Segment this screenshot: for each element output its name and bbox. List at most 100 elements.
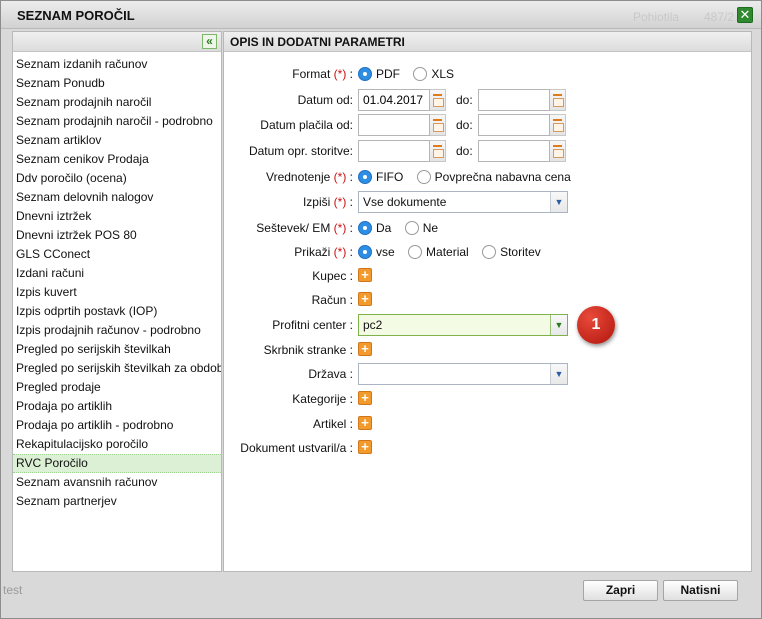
radio-storitev[interactable] (482, 245, 497, 259)
radio-material[interactable] (408, 245, 423, 259)
close-button[interactable]: Zapri (583, 580, 658, 601)
report-list-item[interactable]: GLS CConect (13, 245, 221, 264)
parameters-header: OPIS IN DODATNI PARAMETRI (224, 32, 751, 52)
skrbnik-row: Skrbnik stranke : + (224, 339, 751, 361)
print-button[interactable]: Natisni (663, 580, 738, 601)
add-skrbnik-plus-icon[interactable]: + (358, 342, 372, 356)
report-list-item[interactable]: Izpis kuvert (13, 283, 221, 302)
radio-vse[interactable] (358, 245, 372, 259)
calendar-icon[interactable] (430, 89, 446, 111)
datum-od-input[interactable] (358, 89, 430, 111)
calendar-icon[interactable] (550, 89, 566, 111)
report-list-item[interactable]: Seznam partnerjev (13, 492, 221, 511)
radio-povprecna[interactable] (416, 170, 431, 184)
collapse-left-icon[interactable]: « (202, 34, 217, 49)
report-list-item[interactable]: Izpis odprtih postavk (IOP) (13, 302, 221, 321)
calendar-icon[interactable] (430, 140, 446, 162)
report-list-item[interactable]: Izdani računi (13, 264, 221, 283)
profitni-center-row: Profitni center : pc2 ▼ (224, 314, 751, 336)
add-kupec-plus-icon[interactable]: + (358, 268, 372, 282)
dialog-titlebar: SEZNAM POROČIL Pohiotila 487/2 ✕ (1, 1, 761, 29)
drzava-select[interactable]: ▼ (358, 363, 568, 385)
kategorije-row: Kategorije : + (224, 388, 751, 410)
report-list-item[interactable]: Seznam avansnih računov (13, 473, 221, 492)
close-icon[interactable]: ✕ (737, 7, 753, 23)
chevron-down-icon[interactable]: ▼ (550, 364, 567, 384)
report-list-item[interactable]: Seznam Ponudb (13, 74, 221, 93)
dialog-title: SEZNAM POROČIL (17, 8, 135, 23)
report-list-item[interactable]: Seznam prodajnih naročil (13, 93, 221, 112)
datum-placila-do-input[interactable] (478, 114, 550, 136)
datum-placila-od-input[interactable] (358, 114, 430, 136)
artikel-row: Artikel : + (224, 413, 751, 435)
datum-opr-do-input[interactable] (478, 140, 550, 162)
report-list-item[interactable]: Pregled prodaje (13, 378, 221, 397)
prikazi-row: Prikaži (*) : vse Material Storitev (224, 241, 751, 263)
format-label: Format (292, 67, 331, 81)
format-option-xls[interactable]: XLS (413, 63, 454, 85)
prikazi-option-material[interactable]: Material (408, 241, 469, 263)
prikazi-option-vse[interactable]: vse (358, 241, 395, 263)
report-list-item[interactable]: Seznam izdanih računov (13, 55, 221, 74)
report-list-item[interactable]: Prodaja po artiklih (13, 397, 221, 416)
vrednotenje-option-povprecna[interactable]: Povprečna nabavna cena (416, 166, 571, 188)
chevron-down-icon[interactable]: ▼ (550, 315, 567, 335)
add-artikel-plus-icon[interactable]: + (358, 416, 372, 430)
prikazi-option-storitev[interactable]: Storitev (482, 241, 541, 263)
datum-opr-od-input[interactable] (358, 140, 430, 162)
datum-placila-do-label: do: (456, 118, 473, 132)
sestevek-label: Seštevek/ EM (256, 221, 331, 235)
report-list-item[interactable]: Dnevni iztržek (13, 207, 221, 226)
report-list-panel: « Seznam izdanih računov Seznam Ponudb Sez… (12, 31, 222, 572)
profitni-center-label: Profitni center : (272, 318, 353, 332)
datum-do-input[interactable] (478, 89, 550, 111)
parameters-panel: OPIS IN DODATNI PARAMETRI Format (*) : P… (223, 31, 752, 572)
radio-pdf[interactable] (358, 67, 372, 81)
skrbnik-label: Skrbnik stranke : (263, 343, 353, 357)
radio-ne[interactable] (404, 221, 419, 235)
report-list-item[interactable]: Dnevni iztržek POS 80 (13, 226, 221, 245)
background-footer-text: test (3, 583, 23, 597)
profitni-center-value: pc2 (363, 318, 383, 332)
add-racun-plus-icon[interactable]: + (358, 292, 372, 306)
datum-opr-label: Datum opr. storitve: (248, 144, 353, 158)
report-list-item[interactable]: Rekapitulacijsko poročilo (13, 435, 221, 454)
datum-od-row: Datum od: do: (224, 89, 751, 111)
datum-opr-do-label: do: (456, 144, 473, 158)
artikel-label: Artikel : (312, 417, 353, 431)
required-mark: (*) (333, 170, 347, 184)
calendar-icon[interactable] (550, 114, 566, 136)
kupec-row: Kupec : + (224, 265, 751, 287)
sestevek-option-ne[interactable]: Ne (404, 217, 438, 239)
report-list-item[interactable]: Seznam artiklov (13, 131, 221, 150)
report-list-item[interactable]: Prodaja po artiklih - podrobno (13, 416, 221, 435)
add-dokument-ustvaril-plus-icon[interactable]: + (358, 440, 372, 454)
report-list-item[interactable]: Izpis prodajnih računov - podrobno (13, 321, 221, 340)
calendar-icon[interactable] (430, 114, 446, 136)
calendar-icon[interactable] (550, 140, 566, 162)
vrednotenje-row: Vrednotenje (*) : FIFO Povprečna nabavna… (224, 166, 751, 188)
profitni-center-select[interactable]: pc2 ▼ (358, 314, 568, 336)
report-list-item[interactable]: Pregled po serijskih številkah za obdobj… (13, 359, 221, 378)
report-list-item[interactable]: Ddv poročilo (ocena) (13, 169, 221, 188)
datum-placila-label: Datum plačila od: (260, 118, 353, 132)
racun-row: Račun : + (224, 289, 751, 311)
report-list-item[interactable]: Pregled po serijskih številkah (13, 340, 221, 359)
radio-fifo[interactable] (358, 170, 372, 184)
format-option-pdf[interactable]: PDF (358, 63, 400, 85)
chevron-down-icon[interactable]: ▼ (550, 192, 567, 212)
report-list: Seznam izdanih računov Seznam Ponudb Sezna… (13, 55, 221, 511)
radio-da[interactable] (358, 221, 372, 235)
required-mark: (*) (333, 245, 347, 259)
izpisi-select-value: Vse dokumente (363, 195, 447, 209)
report-list-item[interactable]: Seznam delovnih nalogov (13, 188, 221, 207)
racun-label: Račun : (311, 293, 353, 307)
add-kategorije-plus-icon[interactable]: + (358, 391, 372, 405)
report-list-item[interactable]: Seznam cenikov Prodaja (13, 150, 221, 169)
sestevek-option-da[interactable]: Da (358, 217, 391, 239)
report-list-item[interactable]: Seznam prodajnih naročil - podrobno (13, 112, 221, 131)
vrednotenje-option-fifo[interactable]: FIFO (358, 166, 403, 188)
izpisi-select[interactable]: Vse dokumente ▼ (358, 191, 568, 213)
radio-xls[interactable] (413, 67, 428, 81)
report-list-item[interactable]: RVC Poročilo (13, 454, 221, 473)
